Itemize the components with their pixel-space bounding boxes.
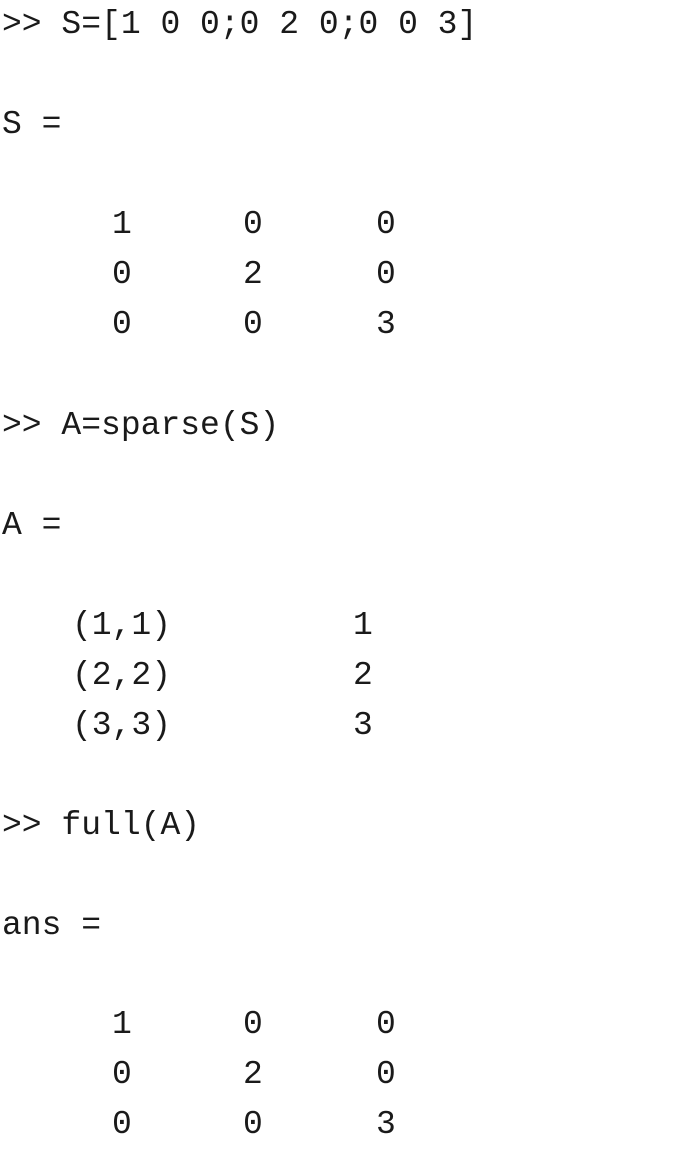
prompt: >> — [2, 407, 42, 444]
sparse-index: (3,3) — [72, 707, 172, 744]
command-line-3: >> full(A) — [2, 806, 200, 846]
matrix-cell: 3 — [376, 306, 396, 343]
command-line-1: >> S=[1 0 0;0 2 0;0 0 3] — [2, 5, 477, 45]
matrix-cell: 2 — [243, 1056, 263, 1093]
sparse-value: 2 — [353, 657, 373, 694]
matrix-cell: 0 — [243, 306, 263, 343]
output-variable-label: ans = — [2, 907, 102, 944]
matrix-cell: 0 — [243, 206, 263, 243]
command-line-2: >> A=sparse(S) — [2, 406, 279, 446]
matrix-cell: 1 — [112, 206, 132, 243]
matrix-cell: 0 — [376, 1006, 396, 1043]
matrix-cell: 0 — [376, 256, 396, 293]
matrix-cell: 0 — [243, 1006, 263, 1043]
matrix-cell: 0 — [376, 1056, 396, 1093]
command-input: A=sparse(S) — [61, 407, 280, 444]
sparse-index: (2,2) — [72, 657, 172, 694]
command-input: S=[1 0 0;0 2 0;0 0 3] — [61, 6, 478, 43]
output-variable-label: A = — [2, 507, 62, 544]
matrix-cell: 0 — [112, 256, 132, 293]
matrix-cell: 0 — [112, 1056, 132, 1093]
matrix-cell: 3 — [376, 1106, 396, 1143]
matrix-cell: 0 — [112, 1106, 132, 1143]
matrix-cell: 0 — [376, 206, 396, 243]
command-window: >> S=[1 0 0;0 2 0;0 0 3] S = 1 0 0 0 2 0… — [0, 0, 694, 1153]
matrix-cell: 2 — [243, 256, 263, 293]
prompt: >> — [2, 807, 42, 844]
matrix-cell: 0 — [243, 1106, 263, 1143]
prompt: >> — [2, 6, 42, 43]
sparse-value: 1 — [353, 607, 373, 644]
matrix-cell: 0 — [112, 306, 132, 343]
output-variable-label: S = — [2, 106, 62, 143]
sparse-index: (1,1) — [72, 607, 172, 644]
matrix-cell: 1 — [112, 1006, 132, 1043]
command-input: full(A) — [61, 807, 201, 844]
sparse-value: 3 — [353, 707, 373, 744]
